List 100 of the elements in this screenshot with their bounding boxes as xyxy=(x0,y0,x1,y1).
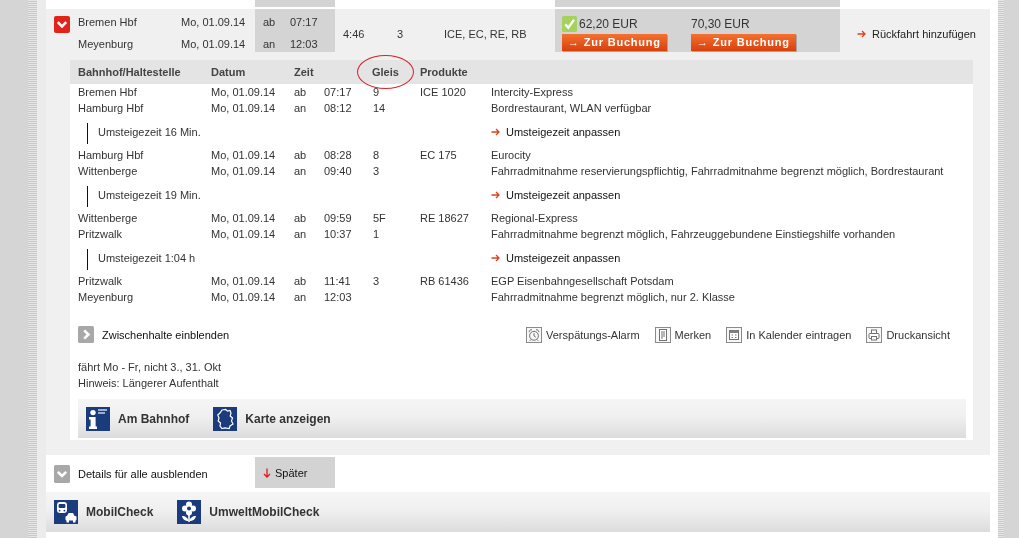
event-label: ab xyxy=(294,148,308,163)
changes-count: 3 xyxy=(397,28,404,40)
event-label: an xyxy=(294,227,308,242)
chevron-down-icon[interactable] xyxy=(54,16,70,33)
platform-text: 3 xyxy=(373,164,381,179)
alarm-clock-icon xyxy=(526,326,542,343)
products-text: ICE, EC, RE, RB xyxy=(444,28,527,40)
time-text: 09:40 xyxy=(324,164,353,179)
station-name: Bremen Hbf xyxy=(78,15,138,30)
date-text: Mo, 01.09.14 xyxy=(211,274,277,289)
station-name: Hamburg Hbf xyxy=(78,101,145,116)
time-text: 08:28 xyxy=(324,148,353,163)
return-trip-link[interactable]: Rückfahrt hinzufügen xyxy=(857,26,976,42)
train-number: ICE 1020 xyxy=(420,85,467,100)
platform-text: 14 xyxy=(373,101,387,116)
train-number: RE 18627 xyxy=(420,211,470,226)
station-name: Meyenburg xyxy=(78,290,135,305)
tool-link[interactable]: In Kalender eintragen xyxy=(726,326,852,343)
hide-details-toggle[interactable]: Details für alle ausblenden xyxy=(54,464,208,483)
note-text: fährt Mo - Fr, nicht 3., 31. Okt xyxy=(78,360,223,375)
date-text: Mo, 01.09.14 xyxy=(211,227,277,242)
train-info: Eurocity xyxy=(491,148,532,163)
tool-link[interactable]: Merken xyxy=(654,326,712,343)
platform-text: 5F xyxy=(373,211,387,226)
station-name: Bremen Hbf xyxy=(78,85,138,100)
train-info: Fahrradmitnahme reservierungspflichtig, Fahrradmitnahme begrenzt möglich, Bordrestaurant xyxy=(491,164,945,179)
train-info: Fahrradmitnahme begrenzt möglich, nur 2. Klasse xyxy=(491,290,736,305)
column-header: Zeit xyxy=(294,66,314,78)
date-text: Mo, 01.09.14 xyxy=(211,164,277,179)
duration-text: 4:46 xyxy=(343,28,365,40)
date-text: Mo, 01.09.14 xyxy=(211,290,277,305)
transfer-time: Umsteigezeit 19 Min. xyxy=(98,188,201,201)
station-name: Pritzwalk xyxy=(78,274,123,289)
column-header: Datum xyxy=(211,66,246,78)
document-icon xyxy=(654,326,671,343)
service-link[interactable]: Am Bahnhof xyxy=(86,406,190,431)
calendar-icon xyxy=(726,326,743,343)
arrow-icon xyxy=(491,127,500,136)
price-text: 70,30 EUR xyxy=(691,17,750,31)
time-text: 11:41 xyxy=(324,274,352,289)
train-info: Regional-Express xyxy=(491,211,579,226)
time-text: 10:37 xyxy=(324,227,353,242)
date-text: Mo, 01.09.14 xyxy=(211,211,277,226)
adjust-transfer-link[interactable]: Umsteigezeit anpassen xyxy=(491,186,621,203)
book-button[interactable]: → Zur Buchung xyxy=(562,34,667,51)
show-stops-toggle[interactable]: Zwischenhalte einblenden xyxy=(78,326,230,343)
event-label: an xyxy=(263,37,277,52)
info-icon xyxy=(86,406,110,431)
service-link[interactable]: Karte anzeigen xyxy=(213,406,331,431)
transfer-time: Umsteigezeit 1:04 h xyxy=(98,251,196,264)
column-header: Produkte xyxy=(420,66,468,78)
event-label: ab xyxy=(263,15,277,30)
transfer-time: Umsteigezeit 16 Min. xyxy=(98,125,201,138)
date-text: Mo, 01.09.14 xyxy=(211,101,277,116)
tool-link[interactable]: Verspätungs-Alarm xyxy=(526,326,640,343)
platform-text: 8 xyxy=(373,148,381,163)
promo-link[interactable]: MobilCheck xyxy=(54,500,154,524)
train-number: EC 175 xyxy=(420,148,458,163)
station-name: Wittenberge xyxy=(78,211,139,226)
arrow-icon xyxy=(491,190,500,199)
arrow-icon xyxy=(491,253,500,262)
train-number: RB 61436 xyxy=(420,274,470,289)
train-car-icon xyxy=(54,500,78,524)
printer-icon xyxy=(866,326,883,343)
platform-text: 1 xyxy=(373,227,381,242)
event-label: ab xyxy=(294,274,308,289)
date-text: Mo, 01.09.14 xyxy=(211,85,277,100)
station-name: Wittenberge xyxy=(78,164,139,179)
event-label: an xyxy=(294,290,308,305)
adjust-transfer-link[interactable]: Umsteigezeit anpassen xyxy=(491,123,621,140)
flower-icon xyxy=(177,500,202,524)
later-button[interactable]: Später xyxy=(255,457,335,488)
adjust-transfer-link[interactable]: Umsteigezeit anpassen xyxy=(491,249,621,266)
note-text: Hinweis: Längerer Aufenthalt xyxy=(78,376,220,391)
date-text: Mo, 01.09.14 xyxy=(181,15,247,30)
platform-text: 3 xyxy=(373,274,381,289)
time-text: 08:12 xyxy=(324,101,353,116)
train-info: EGP Eisenbahngesellschaft Potsdam xyxy=(491,274,675,289)
train-info: Bordrestaurant, WLAN verfügbar xyxy=(491,101,653,116)
tool-link[interactable]: Druckansicht xyxy=(866,326,950,343)
promo-link[interactable]: UmweltMobilCheck xyxy=(177,500,320,524)
column-header: Bahnhof/Haltestelle xyxy=(78,66,181,78)
station-name: Pritzwalk xyxy=(78,227,123,242)
price-text: 62,20 EUR xyxy=(579,17,638,31)
time-text: 09:59 xyxy=(324,211,353,226)
train-info: Fahrradmitnahme begrenzt möglich, Fahrzeuggebundene Einstiegshilfe vorhanden xyxy=(491,227,897,242)
time-text: 07:17 xyxy=(324,85,353,100)
date-text: Mo, 01.09.14 xyxy=(181,37,247,52)
station-name: Hamburg Hbf xyxy=(78,148,145,163)
date-text: Mo, 01.09.14 xyxy=(211,148,277,163)
station-name: Meyenburg xyxy=(78,37,135,52)
event-label: an xyxy=(294,101,308,116)
arrow-down-icon xyxy=(263,467,271,478)
event-label: ab xyxy=(294,85,308,100)
time-text: 12:03 xyxy=(290,37,319,52)
book-button[interactable]: → Zur Buchung xyxy=(691,34,796,51)
arrow-icon xyxy=(857,30,866,38)
time-text: 07:17 xyxy=(290,15,319,30)
map-icon xyxy=(213,406,238,431)
time-text: 12:03 xyxy=(324,290,353,305)
